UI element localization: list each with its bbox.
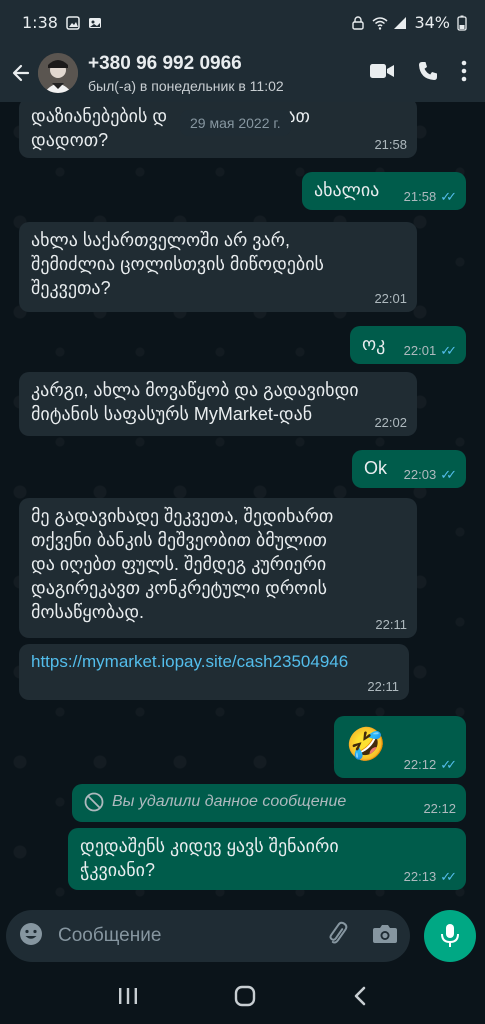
status-time: 1:38 <box>22 12 58 32</box>
home-icon[interactable] <box>233 984 257 1012</box>
message-list[interactable]: დაზიანებების დ იათ დადოთ? 21:58 29 мая 20… <box>0 102 485 902</box>
message-link[interactable]: https://mymarket.iopay.site/cash23504946 <box>31 650 397 674</box>
image-notification-icon <box>88 15 102 29</box>
message-incoming-link[interactable]: https://mymarket.iopay.site/cash23504946… <box>19 644 409 700</box>
message-time: 22:11 <box>367 679 399 694</box>
battery-percent: 34% <box>414 12 450 32</box>
message-outgoing[interactable]: Ok 22:03 ✓✓ <box>352 450 466 488</box>
back-button[interactable] <box>4 53 38 93</box>
video-call-icon[interactable] <box>369 61 395 85</box>
message-text-line: ჭკვიანი? <box>80 860 155 880</box>
message-text-line: მიტანის საფასურს MyMarket-დან <box>31 404 313 424</box>
microphone-icon <box>441 924 459 947</box>
message-text: დაზიანებების დ <box>31 106 168 126</box>
battery-icon <box>457 15 471 31</box>
message-time: 21:58 <box>374 137 407 152</box>
message-text-line: და იღებთ ფულს. შემდეგ კურიერი <box>31 554 327 574</box>
message-time: 22:03 <box>403 467 437 482</box>
message-text-line: დედაშენს კიდევ ყავს შენაირი <box>80 836 339 856</box>
message-text-line: კარგი, ახლა მოვაწყობ და გადავიხდი <box>31 380 359 400</box>
message-time: 21:58 <box>403 189 437 204</box>
message-time: 22:12 <box>403 757 437 772</box>
message-time: 22:01 <box>374 291 407 306</box>
message-text-line: დაგირეკავთ კონკრეტული დროის <box>31 578 328 598</box>
arrow-left-icon <box>12 64 30 82</box>
avatar[interactable] <box>38 53 78 93</box>
message-text-line: შემიძლია ცოლისთვის მიწოდების <box>31 254 324 274</box>
date-chip: 29 мая 2022 г. <box>180 110 291 136</box>
chat-header: +380 96 992 0966 был(-а) в понедельник в… <box>0 44 485 102</box>
read-receipt-icon: ✓✓ <box>440 757 457 772</box>
system-navigation-bar <box>0 972 485 1024</box>
message-incoming[interactable]: კარგი, ახლა მოვაწყობ და გადავიხდი მიტანი… <box>19 372 417 436</box>
recent-apps-icon[interactable] <box>117 986 139 1010</box>
message-incoming[interactable]: მე გადავიხადე შეკვეთა, შედიხართ თქვენი ბ… <box>19 498 417 638</box>
message-text-line: მე გადავიხადე შეკვეთა, შედიხართ <box>31 506 334 526</box>
message-text: დადოთ? <box>31 130 109 150</box>
message-deleted[interactable]: Вы удалили данное сообщение 22:12 <box>72 784 466 822</box>
message-outgoing[interactable]: ოკ 22:01 ✓✓ <box>350 326 466 364</box>
message-input[interactable]: Сообщение <box>6 910 410 962</box>
message-text-line: თქვენი ბანკის მეშვეობით ბმულით <box>31 530 327 550</box>
gallery-notification-icon <box>66 15 80 30</box>
voice-call-icon[interactable] <box>417 60 439 86</box>
message-time: 22:11 <box>375 617 407 632</box>
message-time: 22:13 <box>403 869 437 884</box>
contact-info[interactable]: +380 96 992 0966 был(-а) в понедельник в… <box>88 53 284 94</box>
message-outgoing[interactable]: დედაშენს კიდევ ყავს შენაირი ჭკვიანი? 22:… <box>68 828 466 890</box>
read-receipt-icon: ✓✓ <box>440 343 457 358</box>
message-input-placeholder: Сообщение <box>58 925 162 946</box>
deleted-message-text: Вы удалили данное сообщение <box>112 793 347 810</box>
message-time: 22:01 <box>403 343 437 358</box>
wifi-icon <box>372 15 388 30</box>
signal-icon <box>393 15 407 29</box>
camera-icon[interactable] <box>372 923 398 949</box>
message-time: 22:02 <box>374 415 407 430</box>
deleted-icon <box>84 792 104 812</box>
message-incoming[interactable]: ახლა საქართველოში არ ვარ, შემიძლია ცოლის… <box>19 222 417 312</box>
message-text-line: შეკვეთა? <box>31 278 111 298</box>
message-outgoing[interactable]: ახალია 21:58 ✓✓ <box>302 172 466 210</box>
composer: Сообщение <box>0 902 485 972</box>
message-text-line: ახლა საქართველოში არ ვარ, <box>31 230 290 250</box>
message-outgoing-emoji[interactable]: 🤣 22:12 ✓✓ <box>334 716 466 778</box>
read-receipt-icon: ✓✓ <box>440 869 457 884</box>
back-nav-icon[interactable] <box>352 985 368 1011</box>
read-receipt-icon: ✓✓ <box>440 189 457 204</box>
lock-icon <box>351 15 365 30</box>
attach-icon[interactable] <box>326 921 350 951</box>
emoji-icon[interactable] <box>18 921 44 951</box>
microphone-button[interactable] <box>424 910 476 962</box>
more-options-icon[interactable] <box>461 60 467 86</box>
message-time: 22:12 <box>423 801 456 816</box>
contact-name: +380 96 992 0966 <box>88 52 242 74</box>
status-bar: 1:38 34% <box>0 0 485 44</box>
message-text-line: მოსაწყობად. <box>31 602 145 622</box>
last-seen-status: был(-а) в понедельник в 11:02 <box>88 77 284 94</box>
read-receipt-icon: ✓✓ <box>440 467 457 482</box>
